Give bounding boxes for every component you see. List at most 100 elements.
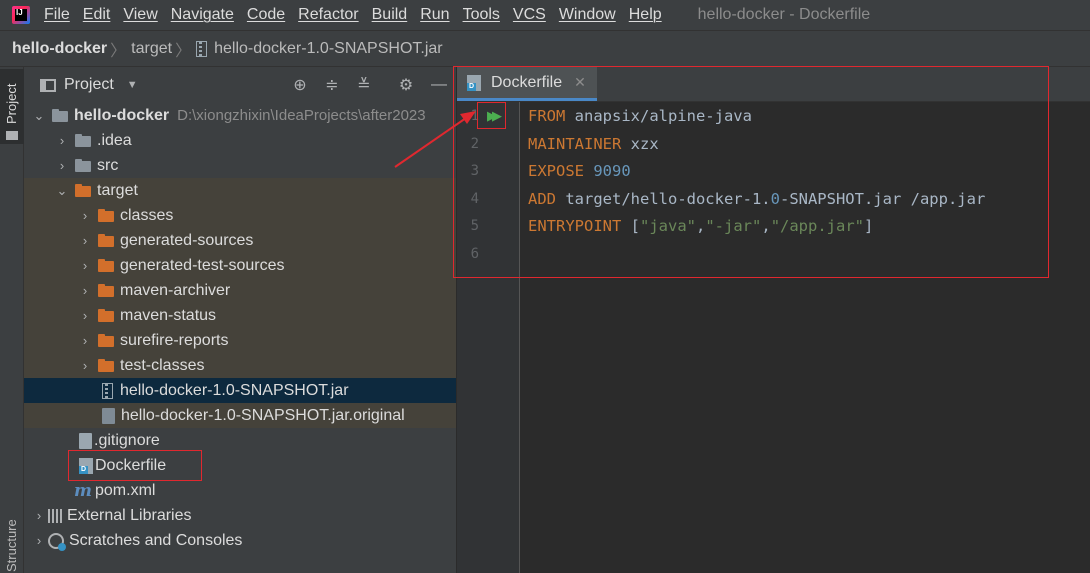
tree-item-gitignore[interactable]: .gitignore	[24, 428, 456, 453]
scratches-icon	[48, 532, 66, 551]
tree-item-src[interactable]: › src	[24, 153, 456, 178]
library-icon	[48, 508, 64, 523]
chevron-right-icon[interactable]: ›	[55, 133, 69, 148]
menu-edit[interactable]: Edit	[83, 6, 111, 24]
tree-item-label: test-classes	[120, 356, 205, 374]
menu-build[interactable]: Build	[372, 6, 408, 24]
locate-file-icon[interactable]: ⊕	[290, 75, 310, 95]
code-text: ,	[696, 217, 706, 235]
code-line: FROM anapsix/alpine-java	[528, 107, 752, 125]
menu-run[interactable]: Run	[420, 6, 449, 24]
collapse-all-icon[interactable]: ≚	[354, 75, 374, 95]
folder-icon	[98, 259, 114, 272]
tree-item-external-libraries[interactable]: › External Libraries	[24, 503, 456, 528]
project-panel-title[interactable]: Project	[64, 76, 114, 94]
docker-file-icon	[79, 457, 93, 474]
tree-item-label: classes	[120, 206, 174, 224]
tree-item-pom[interactable]: m pom.xml	[24, 478, 456, 503]
tree-item-jar[interactable]: hello-docker-1.0-SNAPSHOT.jar	[24, 378, 456, 403]
window-title: hello-docker - Dockerfile	[697, 6, 871, 23]
menu-tools[interactable]: Tools	[463, 6, 500, 24]
code-text: xzx	[621, 135, 659, 153]
tree-item-jar-original[interactable]: hello-docker-1.0-SNAPSHOT.jar.original	[24, 403, 456, 428]
chevron-right-icon[interactable]: ›	[32, 533, 46, 548]
breadcrumb-file[interactable]: hello-docker-1.0-SNAPSHOT.jar	[214, 40, 443, 58]
chevron-down-icon[interactable]: ▼	[127, 79, 138, 91]
folder-icon	[75, 159, 91, 172]
chevron-right-icon[interactable]: ›	[78, 233, 92, 248]
structure-stripe-label[interactable]: Structure	[4, 519, 19, 572]
tree-item-label: .idea	[97, 131, 132, 149]
tab-dockerfile[interactable]: Dockerfile ✕	[457, 67, 597, 101]
chevron-right-icon[interactable]: ›	[78, 358, 92, 373]
menu-view[interactable]: View	[123, 6, 157, 24]
tree-item-label: target	[97, 181, 138, 199]
breadcrumb-project[interactable]: hello-docker	[12, 40, 107, 58]
chevron-down-icon[interactable]: ⌄	[32, 108, 46, 124]
tree-item-dockerfile[interactable]: Dockerfile	[24, 453, 456, 478]
code-line: MAINTAINER xzx	[528, 135, 659, 153]
tree-item-surefire-reports[interactable]: › surefire-reports	[24, 328, 456, 353]
code-keyword: FROM	[528, 107, 566, 125]
tree-item-generated-sources[interactable]: › generated-sources	[24, 228, 456, 253]
chevron-down-icon[interactable]: ⌄	[55, 183, 69, 199]
code-text: [	[621, 217, 640, 235]
tree-item-scratches[interactable]: › Scratches and Consoles	[24, 528, 456, 553]
project-stripe-label: Project	[4, 83, 19, 124]
code-string: "-jar"	[705, 217, 762, 235]
gear-icon[interactable]: ⚙	[396, 75, 416, 95]
tree-item-maven-status[interactable]: › maven-status	[24, 303, 456, 328]
menu-vcs[interactable]: VCS	[513, 6, 546, 24]
chevron-right-icon[interactable]: ›	[78, 283, 92, 298]
tree-item-idea[interactable]: › .idea	[24, 128, 456, 153]
chevron-right-icon[interactable]: ›	[78, 208, 92, 223]
code-text: anapsix/alpine-java	[565, 107, 752, 125]
chevron-right-icon[interactable]: ›	[78, 258, 92, 273]
tree-item-label: maven-archiver	[120, 281, 231, 299]
project-panel-header: Project ▼ ⊕ ≑ ≚ ⚙ —	[24, 67, 456, 103]
excluded-folder-icon	[75, 184, 91, 197]
project-tool-window-button[interactable]: Project	[0, 69, 24, 144]
maven-icon: m	[74, 480, 92, 501]
breadcrumb-separator-icon: 〉	[175, 42, 192, 60]
menu-help[interactable]: Help	[629, 6, 662, 24]
left-tool-stripe: Project Structure	[0, 67, 24, 573]
tree-item-classes[interactable]: › classes	[24, 203, 456, 228]
menu-refactor[interactable]: Refactor	[298, 6, 358, 24]
menu-code[interactable]: Code	[247, 6, 285, 24]
chevron-right-icon[interactable]: ›	[78, 333, 92, 348]
tree-item-maven-archiver[interactable]: › maven-archiver	[24, 278, 456, 303]
ignore-file-icon	[79, 432, 92, 449]
code-line: ENTRYPOINT ["java","-jar","/app.jar"]	[528, 217, 873, 235]
tree-item-label: generated-test-sources	[120, 256, 285, 274]
minimize-icon[interactable]: —	[429, 75, 449, 95]
code-string: "java"	[640, 217, 696, 235]
folder-icon	[98, 234, 114, 247]
breadcrumb-separator-icon: 〉	[110, 42, 127, 60]
tree-item-label: Scratches and Consoles	[69, 531, 243, 549]
tree-item-hello-docker[interactable]: ⌄ hello-docker D:\xiongzhixin\IdeaProjec…	[24, 103, 456, 128]
tree-item-label: surefire-reports	[120, 331, 229, 349]
close-icon[interactable]: ✕	[574, 74, 586, 91]
tree-item-label: generated-sources	[120, 231, 254, 249]
code-text: -SNAPSHOT.jar /app.jar	[779, 190, 986, 208]
run-icon[interactable]: ▶▶	[479, 105, 505, 127]
docker-file-icon	[467, 74, 481, 91]
chevron-right-icon[interactable]: ›	[78, 308, 92, 323]
chevron-right-icon[interactable]: ›	[55, 158, 69, 173]
tree-item-generated-test-sources[interactable]: › generated-test-sources	[24, 253, 456, 278]
chevron-right-icon[interactable]: ›	[32, 508, 46, 523]
intellij-logo-icon	[10, 4, 32, 26]
code-editor[interactable]: 1 2 3 4 5 6 ▶▶ FROM anapsix/alpine-java …	[457, 102, 1090, 573]
tree-item-label: Dockerfile	[95, 456, 167, 474]
tree-item-test-classes[interactable]: › test-classes	[24, 353, 456, 378]
breadcrumb-target[interactable]: target	[131, 40, 172, 58]
menu-navigate[interactable]: Navigate	[171, 6, 234, 24]
code-line: ADD target/hello-docker-1.0-SNAPSHOT.jar…	[528, 190, 985, 208]
expand-all-icon[interactable]: ≑	[322, 75, 342, 95]
menu-window[interactable]: Window	[559, 6, 616, 24]
tree-item-label: hello-docker	[74, 106, 170, 124]
menu-file[interactable]: File	[44, 6, 70, 24]
tree-item-target[interactable]: ⌄ target	[24, 178, 456, 203]
line-number: 2	[470, 136, 479, 152]
